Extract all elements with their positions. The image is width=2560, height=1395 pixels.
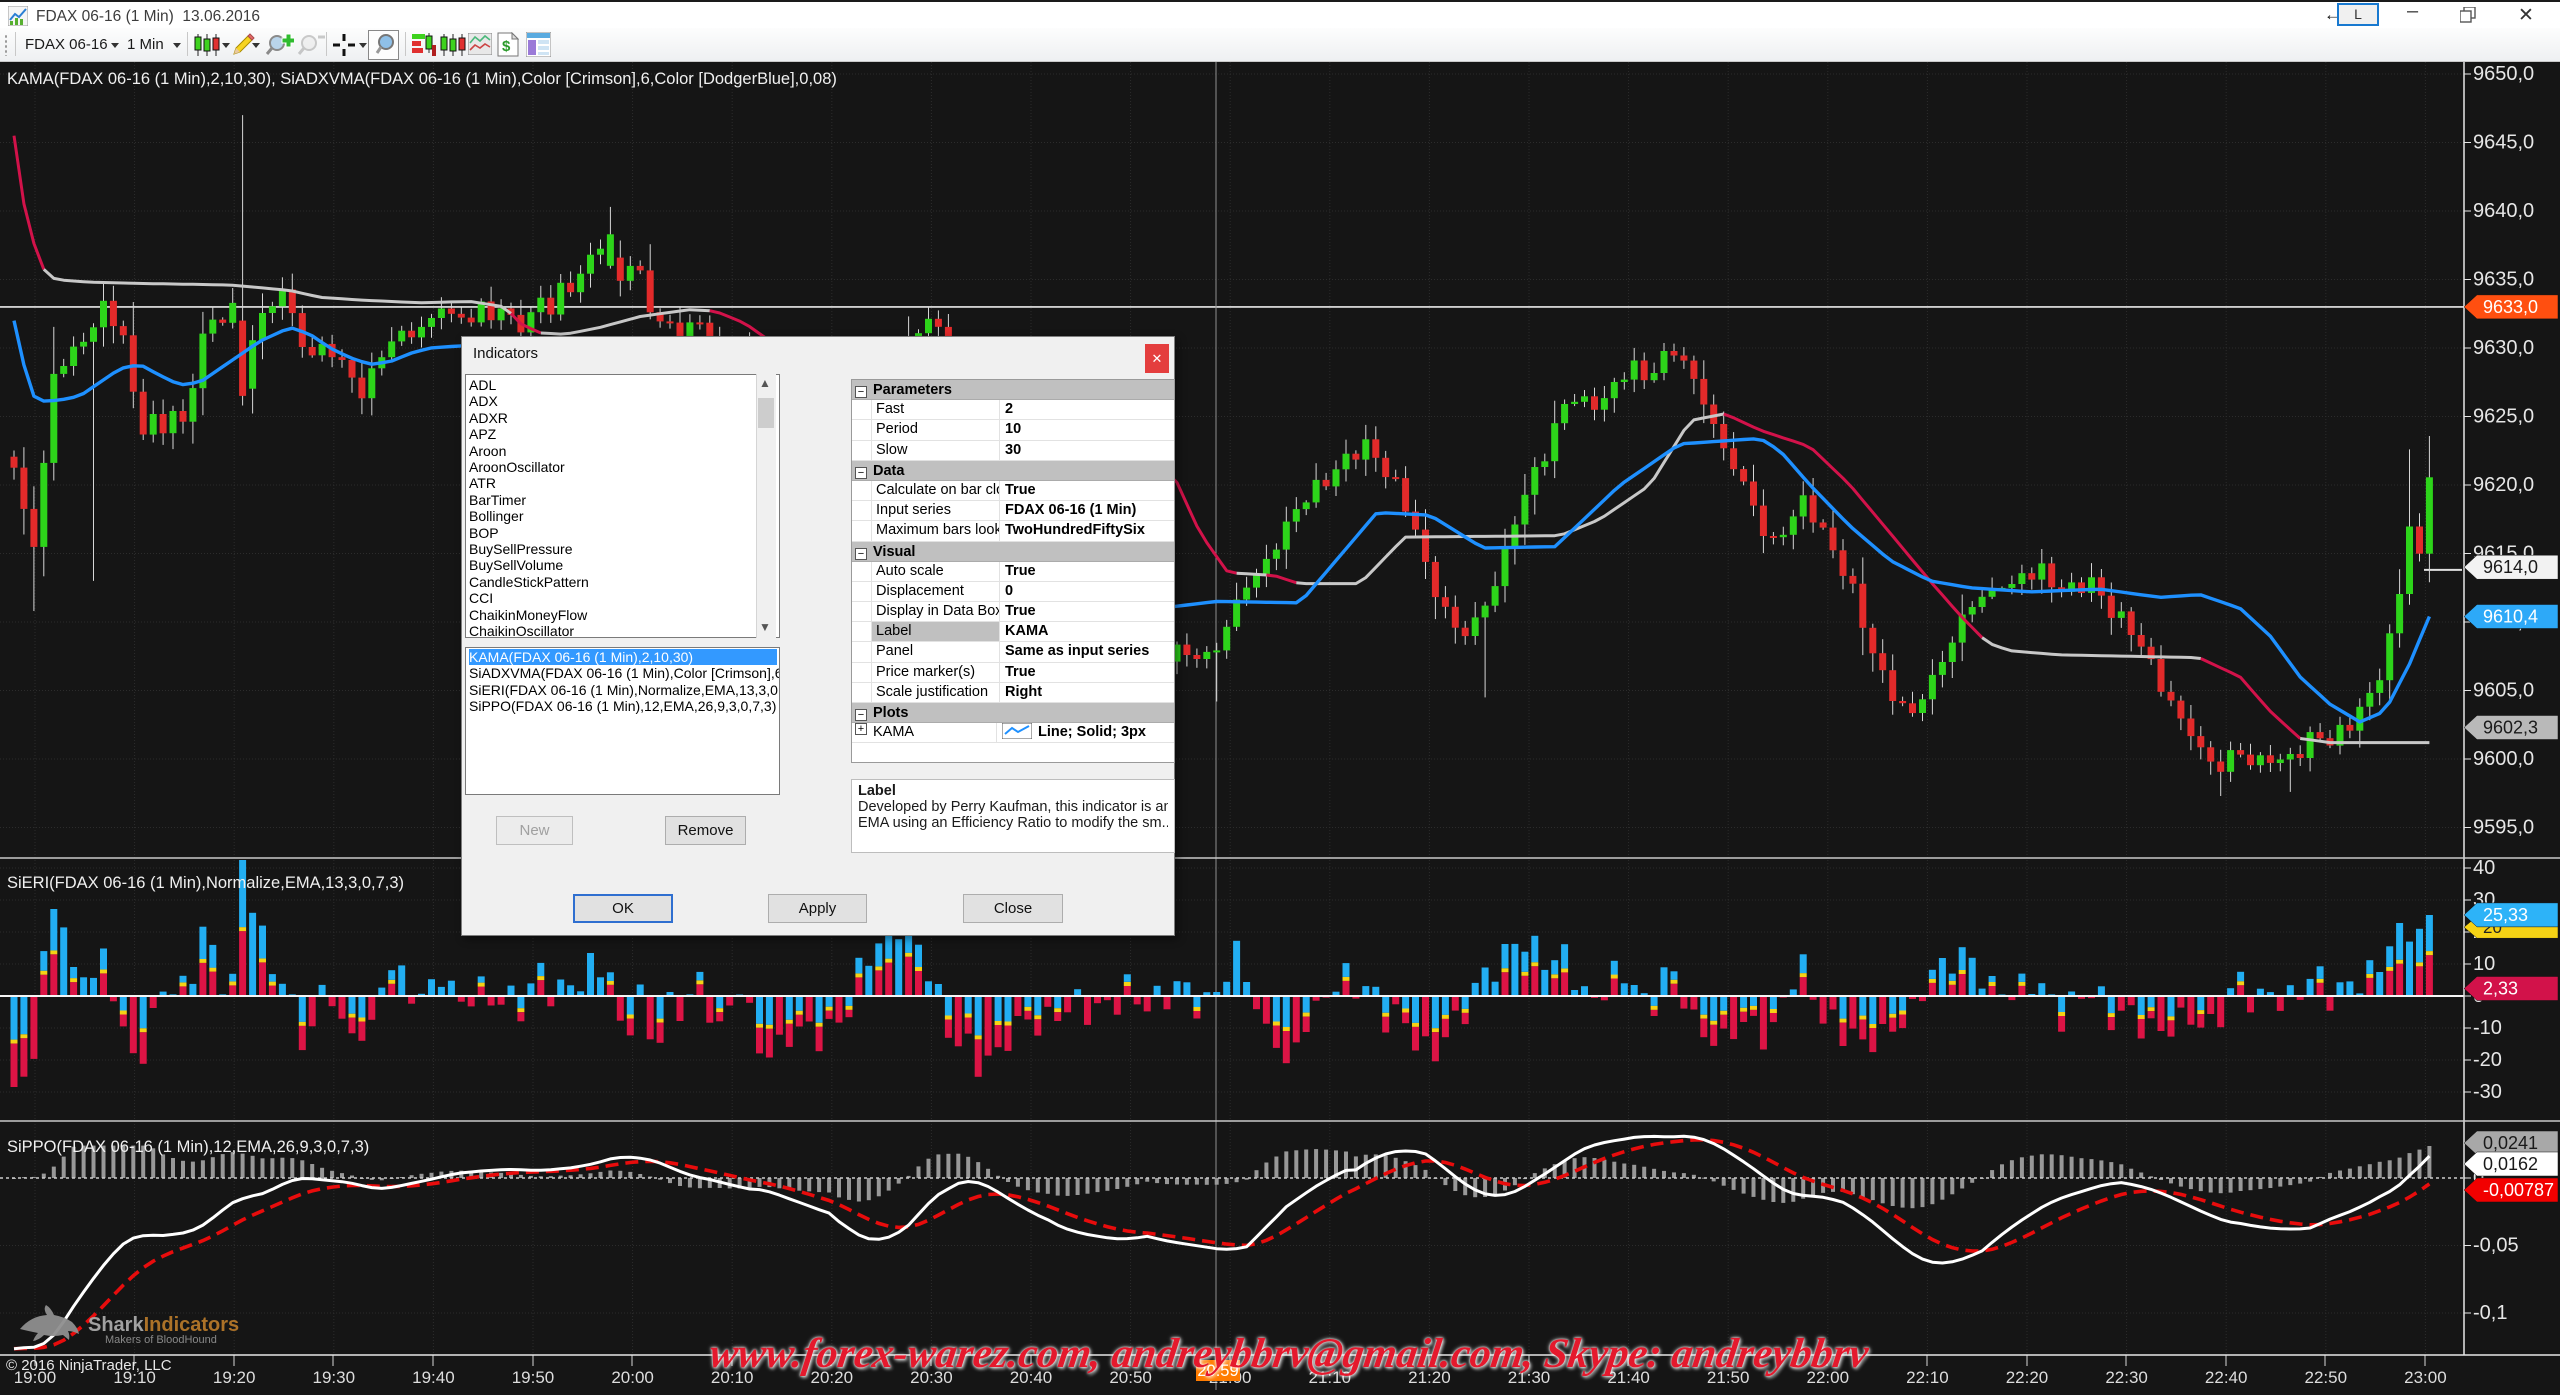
svg-text:19:50: 19:50 <box>512 1368 555 1387</box>
svg-text:-0,1: -0,1 <box>2473 1302 2507 1324</box>
svg-text:23:00: 23:00 <box>2404 1368 2447 1387</box>
svg-text:9595,0: 9595,0 <box>2473 817 2534 839</box>
svg-text:9610,4: 9610,4 <box>2483 607 2538 627</box>
svg-text:-20: -20 <box>2473 1049 2502 1071</box>
svg-text:-0,00787: -0,00787 <box>2483 1180 2554 1200</box>
svg-text:19:20: 19:20 <box>213 1368 256 1387</box>
svg-text:9625,0: 9625,0 <box>2473 406 2534 428</box>
svg-text:9600,0: 9600,0 <box>2473 748 2534 770</box>
svg-text:Makers of BloodHound: Makers of BloodHound <box>105 1334 217 1346</box>
svg-text:9602,3: 9602,3 <box>2483 718 2538 738</box>
svg-text:19:30: 19:30 <box>313 1368 356 1387</box>
svg-text:$: $ <box>502 38 511 55</box>
svg-text:SiPPO(FDAX 06-16 (1 Min),12,EM: SiPPO(FDAX 06-16 (1 Min),12,EMA,26,9,3,0… <box>7 1138 369 1156</box>
svg-text:-10: -10 <box>2473 1017 2502 1039</box>
svg-text:KAMA(FDAX 06-16 (1 Min),2,10,3: KAMA(FDAX 06-16 (1 Min),2,10,30), SiADXV… <box>7 70 837 88</box>
svg-text:10: 10 <box>2473 953 2495 975</box>
svg-text:9640,0: 9640,0 <box>2473 200 2534 222</box>
svg-text:0,0162: 0,0162 <box>2483 1154 2538 1174</box>
svg-text:SiERI(FDAX 06-16 (1 Min),Norma: SiERI(FDAX 06-16 (1 Min),Normalize,EMA,1… <box>7 874 404 892</box>
svg-text:25,33: 25,33 <box>2483 905 2528 925</box>
svg-text:2,33: 2,33 <box>2483 979 2518 999</box>
svg-text:20:00: 20:00 <box>611 1368 654 1387</box>
svg-text:22:40: 22:40 <box>2205 1368 2248 1387</box>
svg-text:22:10: 22:10 <box>1906 1368 1949 1387</box>
svg-text:9630,0: 9630,0 <box>2473 337 2534 359</box>
svg-text:© 2016 NinjaTrader, LLC: © 2016 NinjaTrader, LLC <box>6 1357 172 1374</box>
svg-text:9645,0: 9645,0 <box>2473 132 2534 154</box>
svg-text:SharkIndicators: SharkIndicators <box>88 1314 239 1336</box>
svg-text:9620,0: 9620,0 <box>2473 474 2534 496</box>
svg-text:9650,0: 9650,0 <box>2473 63 2534 85</box>
svg-text:9614,0: 9614,0 <box>2483 557 2538 577</box>
svg-text:19:40: 19:40 <box>412 1368 455 1387</box>
svg-text:9605,0: 9605,0 <box>2473 680 2534 702</box>
svg-text:9635,0: 9635,0 <box>2473 269 2534 291</box>
svg-text:-30: -30 <box>2473 1081 2502 1103</box>
svg-text:22:20: 22:20 <box>2006 1368 2049 1387</box>
svg-text:-0,05: -0,05 <box>2473 1235 2519 1257</box>
svg-text:22:50: 22:50 <box>2305 1368 2348 1387</box>
svg-text:9633,0: 9633,0 <box>2483 297 2538 317</box>
svg-text:22:30: 22:30 <box>2105 1368 2148 1387</box>
svg-text:40: 40 <box>2473 857 2495 879</box>
svg-text:0,0241: 0,0241 <box>2483 1133 2538 1153</box>
